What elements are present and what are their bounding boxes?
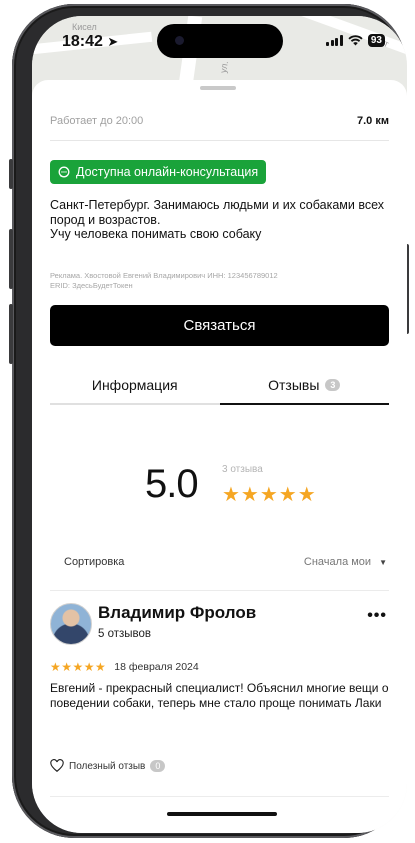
useful-count-badge: 0 xyxy=(150,760,166,772)
online-consultation-label: Доступна онлайн-консультация xyxy=(76,165,259,179)
rating-count: 3 отзыва xyxy=(222,464,263,475)
tab-underline xyxy=(50,403,220,405)
rating-stars: ★★★★★ xyxy=(222,484,317,506)
home-indicator[interactable] xyxy=(167,812,277,816)
phone-frame: Кисел ул. пр-т 18:42 ➤ 93 Работа xyxy=(9,4,409,838)
status-time: 18:42 ➤ xyxy=(62,33,118,51)
divider xyxy=(50,140,389,141)
tab-reviews-label: Отзывы xyxy=(268,377,320,393)
tab-info[interactable]: Информация xyxy=(50,365,220,405)
review-author-count: 5 отзывов xyxy=(98,628,152,640)
status-time-text: 18:42 xyxy=(62,33,103,50)
tabs: Информация Отзывы 3 xyxy=(50,365,389,405)
divider xyxy=(50,796,389,797)
caret-down-icon: ▼ xyxy=(379,557,387,567)
hours-row: Работает до 20:00 7.0 км xyxy=(50,115,389,127)
average-rating: 5.0 xyxy=(145,462,199,506)
chat-icon xyxy=(58,166,70,178)
tab-info-label: Информация xyxy=(91,377,178,393)
reviews-count-badge: 3 xyxy=(325,379,341,391)
distance: 7.0 км xyxy=(357,115,389,127)
description: Санкт-Петербург. Занимаюсь людьми и их с… xyxy=(50,198,391,242)
sort-dropdown[interactable]: Сначала мои ▼ xyxy=(304,556,387,568)
useful-review-button[interactable]: Полезный отзыв 0 xyxy=(50,759,166,773)
dynamic-island xyxy=(157,24,283,58)
volume-up-button xyxy=(9,229,13,289)
sort-row: Сортировка Сначала мои ▼ xyxy=(64,556,387,568)
contact-button[interactable]: Связаться xyxy=(50,305,389,346)
map-street-label: ул. xyxy=(218,60,231,74)
location-arrow-icon: ➤ xyxy=(107,34,119,49)
tab-reviews[interactable]: Отзывы 3 xyxy=(219,365,389,405)
description-line: Учу человека понимать свою собаку xyxy=(50,227,262,241)
mute-switch xyxy=(9,159,13,189)
review-stars: ★★★★★ xyxy=(50,660,107,674)
ad-disclaimer: Реклама. Хвостовой Евгений Владимирович … xyxy=(50,271,391,291)
heart-outline-icon xyxy=(50,759,64,772)
camera xyxy=(175,36,184,45)
sort-label: Сортировка xyxy=(64,556,125,568)
more-dots-icon[interactable]: ••• xyxy=(367,607,387,625)
signal-icon xyxy=(326,35,343,46)
wifi-icon xyxy=(348,35,363,46)
avatar[interactable] xyxy=(50,603,92,645)
map-street-label: Кисел xyxy=(72,22,97,32)
review-meta: ★★★★★ 18 февраля 2024 xyxy=(50,660,199,674)
review-text: Евгений - прекрасный специалист! Объясни… xyxy=(50,681,389,710)
useful-label: Полезный отзыв xyxy=(69,760,146,772)
volume-down-button xyxy=(9,304,13,364)
description-line: Санкт-Петербург. Занимаюсь людьми и их с… xyxy=(50,198,384,227)
sort-value: Сначала мои xyxy=(303,556,372,568)
bottom-sheet: Работает до 20:00 7.0 км Доступна онлайн… xyxy=(32,80,407,833)
review-author[interactable]: Владимир Фролов xyxy=(98,603,256,623)
ad-line: ERID: ЗдесьБудетТокен xyxy=(50,281,133,290)
sheet-grabber[interactable] xyxy=(200,86,236,90)
status-indicators: 93 xyxy=(326,34,385,47)
screen: Кисел ул. пр-т 18:42 ➤ 93 Работа xyxy=(32,16,407,833)
review-date: 18 февраля 2024 xyxy=(114,661,199,673)
ad-line: Реклама. Хвостовой Евгений Владимирович … xyxy=(50,271,278,280)
battery-indicator: 93 xyxy=(367,34,385,47)
working-hours: Работает до 20:00 xyxy=(50,115,144,127)
tab-underline-active xyxy=(219,403,389,405)
divider xyxy=(50,590,389,591)
online-consultation-badge: Доступна онлайн-консультация xyxy=(50,160,267,184)
